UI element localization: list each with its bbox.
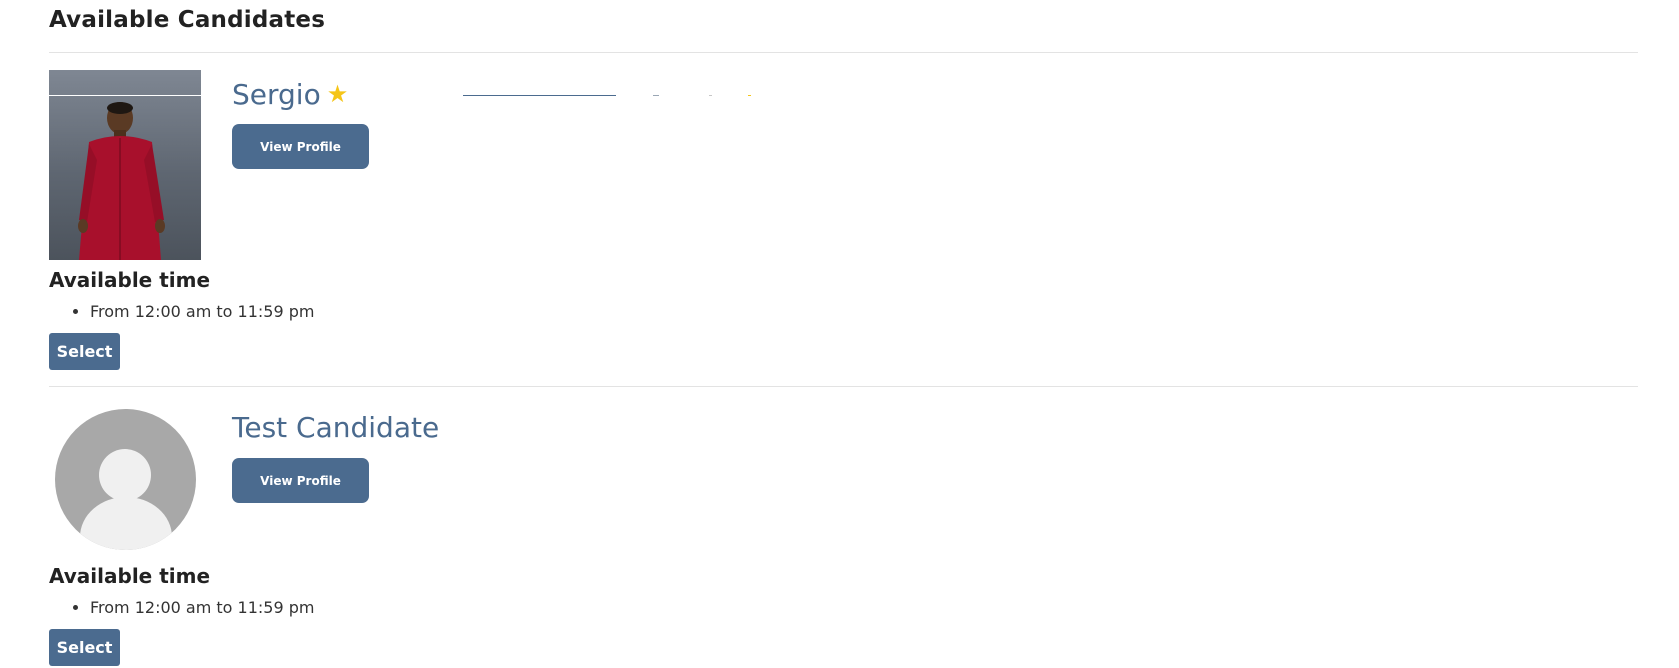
time-slot-list: From 12:00 am to 11:59 pm [49, 302, 314, 321]
time-slot-list: From 12:00 am to 11:59 pm [49, 598, 314, 617]
candidate-name[interactable]: Test Candidate [232, 411, 439, 444]
avatar-head [99, 449, 151, 501]
select-button[interactable]: Select [49, 333, 120, 370]
page-title: Available Candidates [49, 7, 326, 33]
available-time-title: Available time [49, 268, 211, 292]
candidate-photo [49, 70, 201, 260]
select-button[interactable]: Select [49, 629, 120, 666]
view-profile-button[interactable]: View Profile [232, 124, 369, 169]
time-slot: From 12:00 am to 11:59 pm [90, 598, 314, 617]
view-profile-button[interactable]: View Profile [232, 458, 369, 503]
divider [49, 386, 1638, 387]
decorative-line [463, 95, 616, 96]
candidate-name-text[interactable]: Sergio [232, 78, 321, 111]
default-avatar-icon [55, 409, 196, 550]
decorative-line [653, 95, 659, 96]
star-icon: ★ [326, 80, 349, 108]
person-photo-illustration [78, 102, 165, 260]
candidate-name[interactable]: Sergio ★ [232, 78, 348, 111]
time-slot: From 12:00 am to 11:59 pm [90, 302, 314, 321]
decorative-line [709, 95, 712, 96]
available-time-title: Available time [49, 564, 211, 588]
avatar-body [80, 497, 172, 550]
decorative-line [748, 95, 751, 96]
divider [49, 52, 1638, 53]
